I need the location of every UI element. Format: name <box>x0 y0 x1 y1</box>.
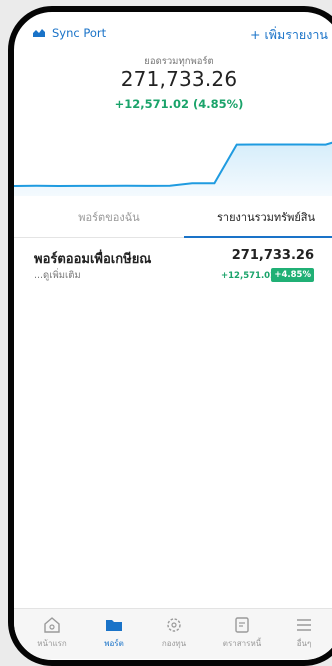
sync-icon <box>32 28 46 38</box>
tab-asset-report[interactable]: รายงานรวมทรัพย์สิน <box>184 209 332 237</box>
see-more-link[interactable]: ...ดูเพิ่มเติม <box>34 268 81 283</box>
active-tab-indicator <box>184 236 332 238</box>
phone-frame: Sync Port + เพิ่มรายงาน ยอดรวมทุกพอร์ต 2… <box>8 6 332 666</box>
sync-port-label: Sync Port <box>52 26 107 40</box>
portfolio-chart <box>14 141 332 196</box>
sync-port-button[interactable]: Sync Port <box>32 26 106 40</box>
nav-more[interactable]: อื่นๆ <box>274 615 332 650</box>
fund-icon <box>144 615 204 635</box>
nav-home[interactable]: หน้าแรก <box>22 615 82 650</box>
nav-fund-label: กองทุน <box>161 639 187 648</box>
portfolio-change: +12,571.02 <box>221 271 276 281</box>
nav-fund[interactable]: กองทุน <box>144 615 204 650</box>
chart-area <box>14 142 332 196</box>
portfolio-name: พอร์ตออมเพื่อเกษียณ <box>34 252 152 267</box>
screen: Sync Port + เพิ่มรายงาน ยอดรวมทุกพอร์ต 2… <box>14 12 332 660</box>
portfolio-value: 271,733.26 <box>231 248 314 263</box>
portfolio-tabs: พอร์ตของฉัน รายงานรวมทรัพย์สิน <box>14 209 332 238</box>
portfolio-row[interactable]: พอร์ตออมเพื่อเกษียณ ...ดูเพิ่มเติม 271,7… <box>14 246 332 292</box>
menu-icon <box>274 615 332 635</box>
bottom-nav: หน้าแรก พอร์ต กองทุน ตราสารหนี้ อื่นๆ <box>14 608 332 659</box>
nav-bond-label: ตราสารหนี้ <box>222 639 262 648</box>
nav-more-label: อื่นๆ <box>296 639 312 648</box>
nav-portfolio-label: พอร์ต <box>104 639 124 648</box>
percent-badge: +4.85% <box>271 268 314 282</box>
home-icon <box>22 615 82 635</box>
total-value: 271,733.26 <box>120 67 238 91</box>
top-bar: Sync Port + เพิ่มรายงาน <box>14 26 332 46</box>
nav-bond[interactable]: ตราสารหนี้ <box>212 615 272 650</box>
bond-icon <box>212 615 272 635</box>
add-report-button[interactable]: + เพิ่มรายงาน <box>250 25 328 45</box>
nav-home-label: หน้าแรก <box>37 639 67 648</box>
tab-my-portfolio[interactable]: พอร์ตของฉัน <box>34 209 184 237</box>
total-change: +12,571.02 (4.85%) <box>114 97 244 111</box>
nav-portfolio[interactable]: พอร์ต <box>84 615 144 650</box>
folder-icon <box>84 615 144 635</box>
